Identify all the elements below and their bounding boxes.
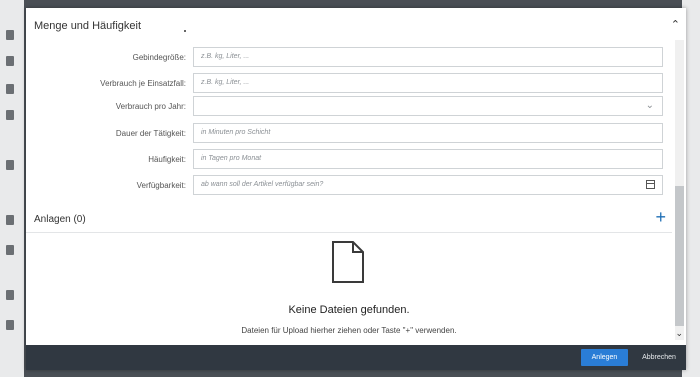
field-label: Häufigkeit:	[148, 155, 186, 164]
divider-dot	[184, 30, 186, 32]
dauer-taetigkeit-input[interactable]: in Minuten pro Schicht	[193, 123, 663, 143]
document-icon	[332, 241, 364, 283]
input-placeholder: in Minuten pro Schicht	[201, 129, 271, 136]
input-placeholder: ab wann soll der Artikel verfügbar sein?	[201, 181, 324, 188]
background-sidebar	[0, 0, 24, 377]
field-label: Gebindegröße:	[132, 53, 186, 62]
verbrauch-jahr-select[interactable]: ⌄	[193, 96, 663, 116]
verbrauch-einsatzfall-input[interactable]: z.B. kg, Liter, ...	[193, 73, 663, 93]
field-label: Verfügbarkeit:	[136, 181, 186, 190]
field-label: Verbrauch pro Jahr:	[115, 102, 186, 111]
chevron-up-icon[interactable]: ⌃	[671, 18, 680, 31]
scrollbar-thumb[interactable]	[675, 186, 684, 326]
chevron-down-icon[interactable]: ⌄	[675, 328, 683, 339]
gebindegroesse-input[interactable]: z.B. kg, Liter, ...	[193, 47, 663, 67]
plus-icon[interactable]: +	[655, 208, 666, 226]
input-placeholder: z.B. kg, Liter, ...	[201, 53, 250, 60]
dialog: Menge und Häufigkeit ⌃ Gebindegröße: z.B…	[26, 8, 686, 370]
create-button[interactable]: Anlegen	[581, 349, 628, 366]
divider	[26, 232, 672, 233]
verfuegbarkeit-date-input[interactable]: ab wann soll der Artikel verfügbar sein?	[193, 175, 663, 195]
field-label: Dauer der Tätigkeit:	[115, 129, 186, 138]
calendar-icon[interactable]	[646, 180, 655, 189]
field-label: Verbrauch je Einsatzfall:	[100, 79, 186, 88]
input-placeholder: z.B. kg, Liter, ...	[201, 79, 250, 86]
section-title: Menge und Häufigkeit	[34, 20, 142, 32]
haeufigkeit-input[interactable]: in Tagen pro Monat	[193, 149, 663, 169]
chevron-down-icon: ⌄	[645, 100, 654, 111]
form-row-gebindegroesse: Gebindegröße: z.B. kg, Liter, ...	[26, 47, 686, 69]
empty-state-hint: Dateien für Upload hierher ziehen oder T…	[241, 326, 457, 335]
input-placeholder: in Tagen pro Monat	[201, 155, 262, 162]
cancel-button[interactable]: Abbrechen	[634, 349, 684, 366]
empty-state-title: Keine Dateien gefunden.	[288, 304, 410, 316]
attachments-title: Anlagen (0)	[34, 214, 86, 225]
dialog-footer: Anlegen Abbrechen	[26, 345, 686, 370]
form-row-verbrauch-einsatzfall: Verbrauch je Einsatzfall: z.B. kg, Liter…	[26, 73, 686, 95]
form-row-verbrauch-jahr: Verbrauch pro Jahr: ⌄	[26, 96, 686, 118]
form-row-dauer-taetigkeit: Dauer der Tätigkeit: in Minuten pro Schi…	[26, 123, 686, 145]
form-row-verfuegbarkeit: Verfügbarkeit: ab wann soll der Artikel …	[26, 175, 686, 197]
form-row-haeufigkeit: Häufigkeit: in Tagen pro Monat	[26, 149, 686, 171]
